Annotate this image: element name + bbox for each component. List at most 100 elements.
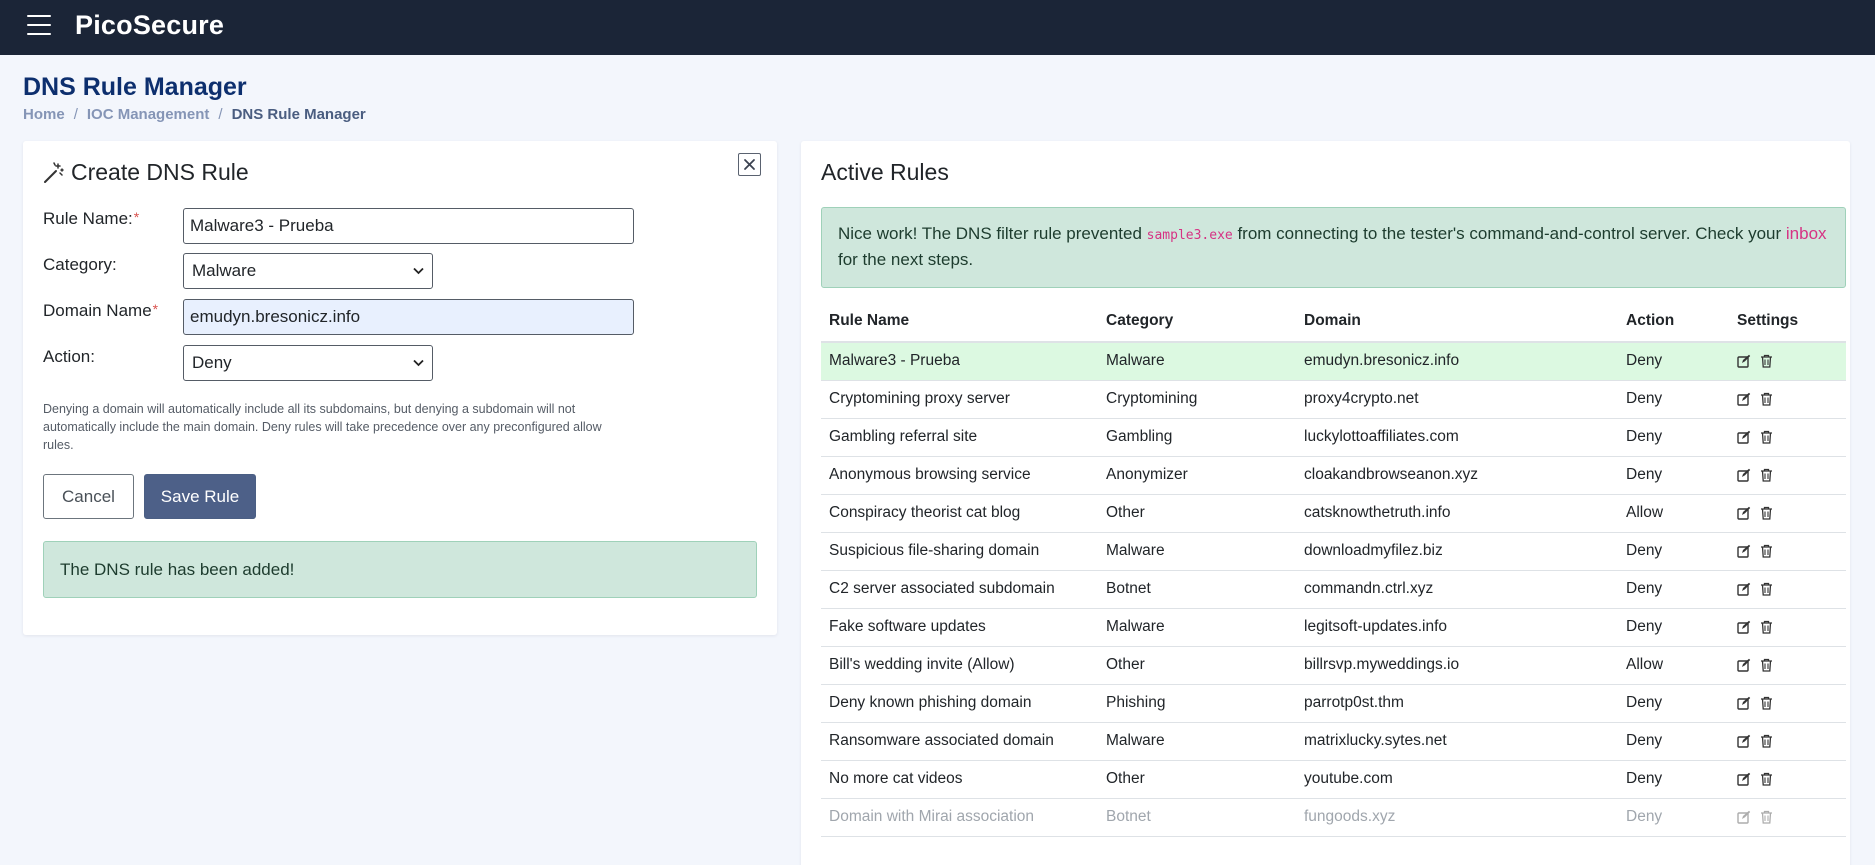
domain-cell: legitsoft-updates.info xyxy=(1296,608,1618,647)
rule-name-cell: Deny known phishing domain xyxy=(821,684,1098,723)
edit-icon[interactable] xyxy=(1737,696,1751,710)
category-cell: Cryptomining xyxy=(1098,380,1296,419)
category-select[interactable]: Malware xyxy=(183,253,433,289)
edit-icon[interactable] xyxy=(1737,544,1751,558)
table-row: Deny known phishing domain Phishing parrot… xyxy=(821,684,1846,723)
breadcrumb: Home / IOC Management / DNS Rule Manager xyxy=(23,106,366,123)
edit-icon[interactable] xyxy=(1737,468,1751,482)
trash-icon[interactable] xyxy=(1760,430,1773,444)
column-header-rule-name: Rule Name xyxy=(821,301,1098,343)
settings-cell xyxy=(1729,760,1846,799)
rule-name-cell: Malware3 - Prueba xyxy=(821,342,1098,381)
domain-cell: cloakandbrowseanon.xyz xyxy=(1296,456,1618,495)
edit-icon[interactable] xyxy=(1737,354,1751,368)
settings-cell xyxy=(1729,380,1846,419)
settings-cell xyxy=(1729,456,1846,495)
edit-icon[interactable] xyxy=(1737,506,1751,520)
trash-icon[interactable] xyxy=(1760,582,1773,596)
edit-icon[interactable] xyxy=(1737,620,1751,634)
table-row: Suspicious file-sharing domain Malware dow… xyxy=(821,532,1846,571)
domain-name-input[interactable] xyxy=(183,299,634,335)
domain-name-label: Domain Name* xyxy=(43,301,159,320)
action-cell: Deny xyxy=(1618,418,1729,457)
rule-name-cell: Ransomware associated domain xyxy=(821,722,1098,761)
settings-cell xyxy=(1729,342,1846,381)
edit-icon[interactable] xyxy=(1737,734,1751,748)
action-cell: Deny xyxy=(1618,722,1729,761)
trash-icon[interactable] xyxy=(1760,468,1773,482)
deny-rule-help-text: Denying a domain will automatically incl… xyxy=(43,402,602,452)
row-actions xyxy=(1737,506,1846,520)
category-label: Category: xyxy=(43,255,117,274)
trash-icon[interactable] xyxy=(1760,392,1773,406)
trash-icon[interactable] xyxy=(1760,620,1773,634)
rule-name-cell: C2 server associated subdomain xyxy=(821,570,1098,609)
rule-name-input[interactable] xyxy=(183,208,634,244)
trash-icon[interactable] xyxy=(1760,506,1773,520)
chevron-down-icon xyxy=(413,267,424,275)
row-actions xyxy=(1737,468,1846,482)
category-cell: Gambling xyxy=(1098,418,1296,457)
hamburger-icon[interactable] xyxy=(27,15,51,35)
action-cell: Deny xyxy=(1618,456,1729,495)
domain-cell: billrsvp.myweddings.io xyxy=(1296,646,1618,685)
brand-logo[interactable]: PicoSecure xyxy=(75,10,224,41)
rule-name-cell: Suspicious file-sharing domain xyxy=(821,532,1098,571)
trash-icon[interactable] xyxy=(1760,696,1773,710)
row-actions xyxy=(1737,658,1846,672)
inbox-link[interactable]: inbox xyxy=(1786,224,1827,243)
row-actions xyxy=(1737,810,1846,824)
trash-icon[interactable] xyxy=(1760,354,1773,368)
category-cell: Other xyxy=(1098,494,1296,533)
table-row: Anonymous browsing service Anonymizer cloa… xyxy=(821,456,1846,495)
active-rules-table: Rule Name Category Domain Action Setting… xyxy=(821,301,1846,837)
edit-icon[interactable] xyxy=(1737,392,1751,406)
column-header-action: Action xyxy=(1618,301,1729,343)
row-actions xyxy=(1737,354,1846,368)
column-header-domain: Domain xyxy=(1296,301,1618,343)
table-row: Gambling referral site Gambling luckylotto… xyxy=(821,418,1846,457)
action-select[interactable]: Deny xyxy=(183,345,433,381)
category-cell: Malware xyxy=(1098,722,1296,761)
table-row: Fake software updates Malware legitsoft-up… xyxy=(821,608,1846,647)
page-title: DNS Rule Manager xyxy=(23,73,247,101)
rule-name-cell: Gambling referral site xyxy=(821,418,1098,457)
category-cell: Malware xyxy=(1098,532,1296,571)
category-cell: Malware xyxy=(1098,608,1296,647)
action-cell: Deny xyxy=(1618,570,1729,609)
trash-icon[interactable] xyxy=(1760,772,1773,786)
trash-icon[interactable] xyxy=(1760,810,1773,824)
domain-cell: youtube.com xyxy=(1296,760,1618,799)
row-actions xyxy=(1737,544,1846,558)
edit-icon[interactable] xyxy=(1737,658,1751,672)
action-select-value: Deny xyxy=(192,353,232,372)
save-rule-button[interactable]: Save Rule xyxy=(144,474,256,519)
table-row: Conspiracy theorist cat blog Other catskno… xyxy=(821,494,1846,533)
table-row: Cryptomining proxy server Cryptomining pro… xyxy=(821,380,1846,419)
breadcrumb-ioc-management[interactable]: IOC Management xyxy=(87,106,210,123)
breadcrumb-home[interactable]: Home xyxy=(23,106,65,123)
table-row: C2 server associated subdomain Botnet comm… xyxy=(821,570,1846,609)
settings-cell xyxy=(1729,494,1846,533)
settings-cell xyxy=(1729,798,1846,837)
rule-name-cell: No more cat videos xyxy=(821,760,1098,799)
table-row: Ransomware associated domain Malware matri… xyxy=(821,722,1846,761)
rule-name-cell: Anonymous browsing service xyxy=(821,456,1098,495)
trash-icon[interactable] xyxy=(1760,658,1773,672)
trash-icon[interactable] xyxy=(1760,734,1773,748)
close-button[interactable] xyxy=(738,153,761,176)
edit-icon[interactable] xyxy=(1737,582,1751,596)
active-rules-title: Active Rules xyxy=(821,159,949,185)
top-navbar: PicoSecure xyxy=(0,0,1875,55)
cancel-button[interactable]: Cancel xyxy=(43,474,134,519)
edit-icon[interactable] xyxy=(1737,810,1751,824)
action-cell: Deny xyxy=(1618,532,1729,571)
action-cell: Deny xyxy=(1618,798,1729,837)
trash-icon[interactable] xyxy=(1760,544,1773,558)
category-cell: Malware xyxy=(1098,342,1296,381)
edit-icon[interactable] xyxy=(1737,772,1751,786)
category-select-value: Malware xyxy=(192,261,257,280)
edit-icon[interactable] xyxy=(1737,430,1751,444)
rule-added-alert: The DNS rule has been added! xyxy=(43,541,757,598)
table-header-row: Rule Name Category Domain Action Setting… xyxy=(821,301,1846,343)
